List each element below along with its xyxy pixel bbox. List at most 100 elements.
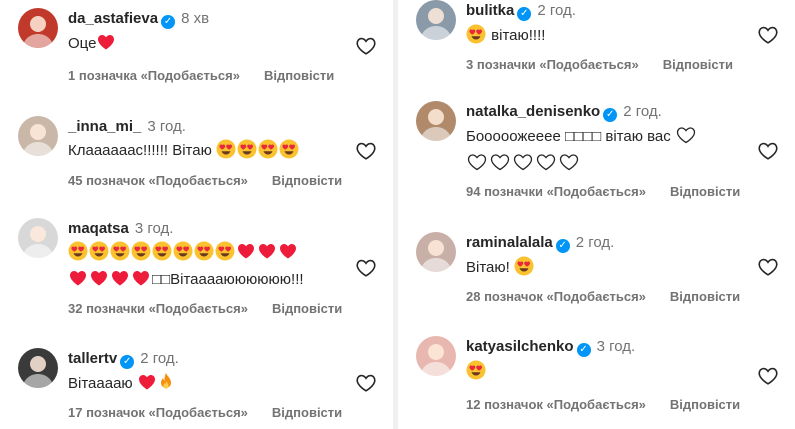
comment-body: _inna_mi_ 3 год. Клаааааас!!!!!! Вітаю (68, 118, 353, 166)
comments-column-left: da_astafieva ✓ 8 хв Оце 1 позначка «Подобаєт… (0, 0, 393, 429)
reply-button[interactable]: Відповісти (670, 289, 740, 304)
reply-button[interactable]: Відповісти (272, 405, 342, 420)
avatar[interactable] (18, 348, 58, 388)
outline-heart-emoji-icon (489, 152, 511, 179)
comment-timestamp[interactable]: 2 год. (537, 2, 576, 19)
comments-column-right: bulitka ✓ 2 год. вітаю!!!! 3 позначки «Подо… (398, 0, 795, 429)
reply-button[interactable]: Відповісти (670, 184, 740, 199)
like-comment-heart-icon[interactable] (757, 257, 779, 277)
comment-footer: 12 позначок «Подобається» Відповісти (466, 397, 740, 412)
username-link[interactable]: bulitka (466, 2, 514, 19)
like-comment-heart-icon[interactable] (355, 373, 377, 393)
comment-text: Вітааааю (68, 372, 353, 399)
username-link[interactable]: maqatsa (68, 220, 129, 237)
comment-header: maqatsa 3 год. (68, 220, 353, 238)
comment-body: tallertv ✓ 2 год. Вітааааю (68, 350, 353, 399)
username-link[interactable]: katyasilchenko (466, 338, 574, 355)
avatar[interactable] (416, 0, 456, 40)
comment-text: Клаааааас!!!!!! Вітаю (68, 139, 353, 166)
reply-button[interactable]: Відповісти (663, 57, 733, 72)
comment-footer: 94 позначки «Подобається» Відповісти (466, 184, 740, 199)
like-comment-heart-icon[interactable] (355, 36, 377, 56)
comment-footer: 32 позначки «Подобається» Відповісти (68, 301, 342, 316)
reply-button[interactable]: Відповісти (272, 173, 342, 188)
red-heart-emoji-icon (137, 372, 157, 399)
likes-count-link[interactable]: 3 позначки «Подобається» (466, 57, 639, 72)
reply-button[interactable]: Відповісти (264, 68, 334, 83)
heart-eyes-emoji-icon (466, 24, 486, 51)
likes-count-link[interactable]: 12 позначок «Подобається» (466, 397, 646, 412)
comment-body: natalka_denisenko ✓ 2 год. Бооооожееее □□□□… (466, 103, 755, 179)
heart-eyes-emoji-icon (258, 139, 278, 166)
comment-timestamp[interactable]: 3 год. (135, 220, 174, 237)
heart-eyes-emoji-icon (89, 241, 109, 268)
heart-eyes-emoji-icon (514, 256, 534, 283)
comment-timestamp[interactable]: 3 год. (147, 118, 186, 135)
comment-text: вітаю!!!! (466, 24, 755, 51)
outline-heart-emoji-icon (466, 152, 488, 179)
heart-eyes-emoji-icon (194, 241, 214, 268)
comment-header: bulitka ✓ 2 год. (466, 2, 755, 21)
red-heart-emoji-icon (68, 268, 88, 295)
like-comment-heart-icon[interactable] (757, 25, 779, 45)
heart-eyes-emoji-icon (173, 241, 193, 268)
reply-button[interactable]: Відповісти (670, 397, 740, 412)
verified-badge-icon: ✓ (576, 343, 591, 357)
comment-body: katyasilchenko ✓ 3 год. (466, 338, 755, 387)
comment-header: da_astafieva ✓ 8 хв (68, 10, 353, 29)
comment-timestamp[interactable]: 3 год. (597, 338, 636, 355)
red-heart-emoji-icon (110, 268, 130, 295)
comment-timestamp[interactable]: 2 год. (623, 103, 662, 120)
comment-text (466, 360, 755, 387)
likes-count-link[interactable]: 1 позначка «Подобається» (68, 68, 240, 83)
comment-body: raminalalala ✓ 2 год. Вітаю! (466, 234, 755, 283)
likes-count-link[interactable]: 17 позначок «Подобається» (68, 405, 248, 420)
avatar[interactable] (18, 218, 58, 258)
comment-footer: 1 позначка «Подобається» Відповісти (68, 68, 334, 83)
avatar[interactable] (416, 101, 456, 141)
reply-button[interactable]: Відповісти (272, 301, 342, 316)
red-heart-emoji-icon (236, 241, 256, 268)
avatar[interactable] (18, 8, 58, 48)
comment-text-segment: Бооооожееее □□□□ вітаю вас (466, 128, 675, 145)
fire-emoji-icon (158, 372, 174, 399)
like-comment-heart-icon[interactable] (757, 366, 779, 386)
red-heart-emoji-icon (89, 268, 109, 295)
comment-text-segment: Клаааааас!!!!!! Вітаю (68, 142, 217, 159)
comment-timestamp[interactable]: 8 хв (181, 10, 209, 27)
outline-heart-emoji-icon (675, 125, 697, 152)
like-comment-heart-icon[interactable] (355, 258, 377, 278)
avatar[interactable] (416, 336, 456, 376)
likes-count-link[interactable]: 28 позначок «Подобається» (466, 289, 646, 304)
comment-footer: 45 позначок «Подобається» Відповісти (68, 173, 342, 188)
username-link[interactable]: tallertv (68, 350, 117, 367)
likes-count-link[interactable]: 94 позначки «Подобається» (466, 184, 646, 199)
comment-footer: 3 позначки «Подобається» Відповісти (466, 57, 733, 72)
comment-text-segment: Вітааааю (68, 375, 137, 392)
red-heart-emoji-icon (131, 268, 151, 295)
heart-eyes-emoji-icon (131, 241, 151, 268)
red-heart-emoji-icon (96, 32, 116, 59)
comment-timestamp[interactable]: 2 год. (576, 234, 615, 251)
comment-text: Оце (68, 32, 353, 59)
likes-count-link[interactable]: 32 позначки «Подобається» (68, 301, 248, 316)
like-comment-heart-icon[interactable] (757, 141, 779, 161)
heart-eyes-emoji-icon (466, 360, 486, 387)
comment-timestamp[interactable]: 2 год. (140, 350, 179, 367)
username-link[interactable]: da_astafieva (68, 10, 158, 27)
likes-count-link[interactable]: 45 позначок «Подобається» (68, 173, 248, 188)
comment-header: natalka_denisenko ✓ 2 год. (466, 103, 755, 122)
avatar[interactable] (18, 116, 58, 156)
verified-badge-icon: ✓ (555, 239, 570, 253)
like-comment-heart-icon[interactable] (355, 141, 377, 161)
avatar[interactable] (416, 232, 456, 272)
username-link[interactable]: _inna_mi_ (68, 118, 141, 135)
verified-badge-icon: ✓ (161, 15, 176, 29)
comment-header: raminalalala ✓ 2 год. (466, 234, 755, 253)
outline-heart-emoji-icon (512, 152, 534, 179)
comment-text: □□Вітааааюююююю!!! (68, 241, 353, 295)
comment-header: tallertv ✓ 2 год. (68, 350, 353, 369)
username-link[interactable]: natalka_denisenko (466, 103, 600, 120)
username-link[interactable]: raminalalala (466, 234, 553, 251)
comment-footer: 17 позначок «Подобається» Відповісти (68, 405, 342, 420)
